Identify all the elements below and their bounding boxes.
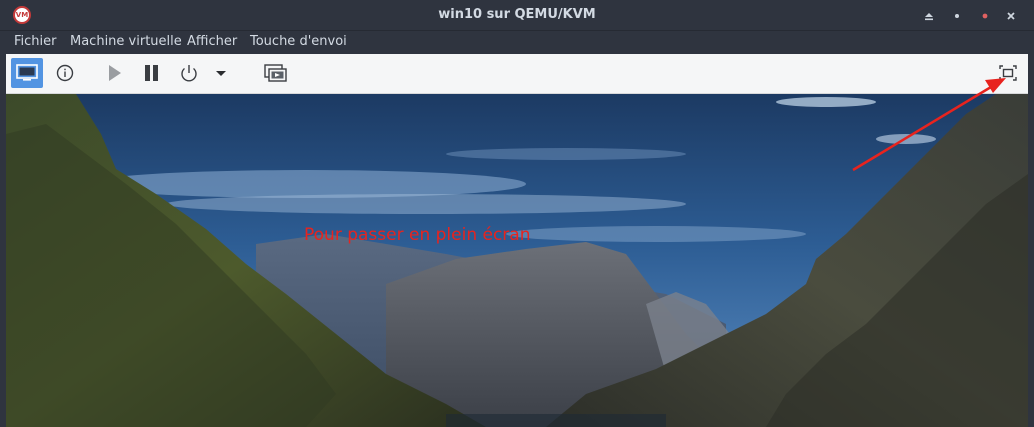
shutdown-button[interactable] (173, 58, 205, 88)
dropdown-arrow-icon (216, 71, 226, 76)
toolbar (6, 54, 1028, 94)
menu-bar: Fichier Machine virtuelle Afficher Touch… (0, 31, 1034, 53)
window-left-border (0, 94, 6, 427)
maximize-icon[interactable] (978, 8, 992, 22)
shade-icon[interactable] (922, 8, 936, 22)
snapshots-icon (264, 64, 287, 82)
play-icon (109, 65, 121, 81)
shutdown-menu-button[interactable] (209, 58, 233, 88)
menu-afficher[interactable]: Afficher (187, 31, 237, 53)
menu-touche-envoi[interactable]: Touche d'envoi (250, 31, 347, 53)
desktop-wallpaper (6, 94, 1028, 427)
power-icon (181, 65, 197, 82)
window-right-border (1028, 94, 1034, 427)
console-button[interactable] (11, 58, 43, 88)
details-button[interactable] (49, 58, 81, 88)
pause-button[interactable] (136, 58, 168, 88)
pause-icon (145, 65, 158, 81)
annotation-label: Pour passer en plein écran (304, 225, 531, 245)
title-bar[interactable]: VM win10 sur QEMU/KVM (0, 0, 1034, 31)
fullscreen-icon (999, 65, 1017, 81)
fullscreen-button[interactable] (992, 58, 1024, 88)
window-title: win10 sur QEMU/KVM (438, 7, 596, 22)
monitor-icon (16, 64, 38, 81)
menu-fichier[interactable]: Fichier (14, 31, 57, 53)
virt-manager-window: VM win10 sur QEMU/KVM Fichier Machine vi… (0, 0, 1034, 427)
info-icon (56, 64, 74, 82)
menu-machine-virtuelle[interactable]: Machine virtuelle (70, 31, 182, 53)
vm-console-display[interactable] (6, 94, 1028, 427)
close-icon[interactable] (1004, 8, 1018, 22)
minimize-icon[interactable] (950, 8, 964, 22)
snapshots-button[interactable] (259, 58, 291, 88)
run-button[interactable] (99, 58, 131, 88)
